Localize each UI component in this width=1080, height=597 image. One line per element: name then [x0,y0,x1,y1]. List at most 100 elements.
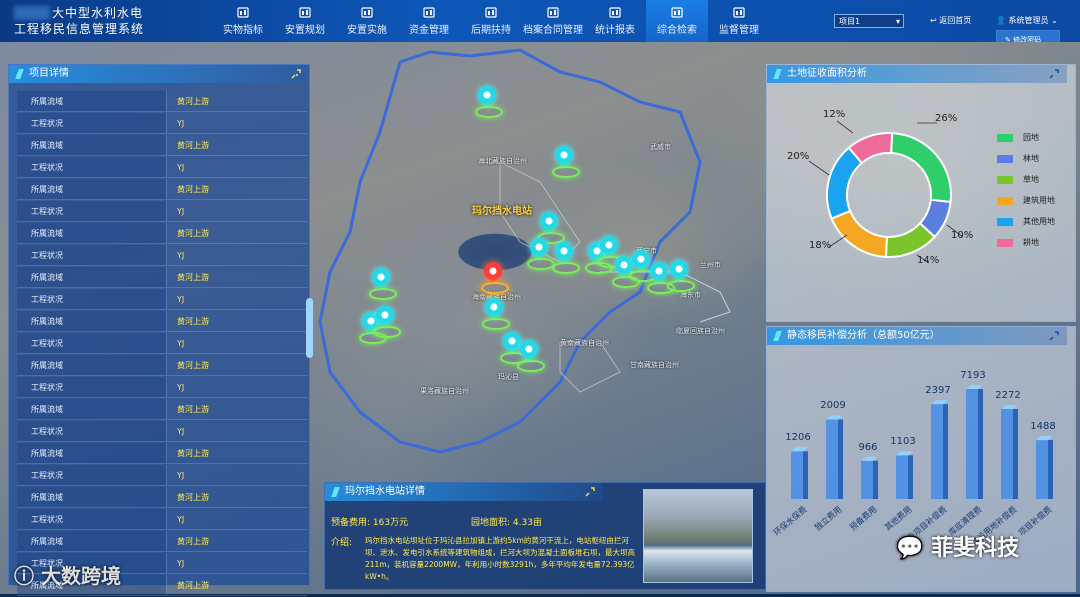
nav-item-4[interactable]: 后期扶持 [460,0,522,42]
area-field: 园地面积: 4.33亩 [471,515,542,528]
app-title-line2: 工程移民信息管理系统 [14,22,145,36]
user-menu[interactable]: 👤 系统管理员 ⌄ [996,15,1058,26]
highlighted-station-pin[interactable] [480,258,509,294]
nav-item-0[interactable]: 实物指标 [212,0,274,42]
row-value: YJ [166,245,307,266]
table-row[interactable]: 所属流域 黄河上游 [17,135,307,157]
station-pin[interactable] [536,208,565,244]
bar[interactable] [826,419,838,499]
table-row[interactable]: 所属流域 黄河上游 [17,311,307,333]
stats-icon [609,6,621,18]
table-row[interactable]: 所属流域 黄河上游 [17,267,307,289]
nav-item-3[interactable]: 资金管理 [398,0,460,42]
station-pin[interactable] [628,246,657,282]
nav-label: 后期扶持 [471,24,511,36]
table-row[interactable]: 工程状况 YJ [17,245,307,267]
table-row[interactable]: 工程状况 YJ [17,113,307,135]
table-row[interactable]: 工程状况 YJ [17,509,307,531]
row-value: YJ [166,113,307,134]
station-pin[interactable] [368,264,397,300]
watermark-right: 💬 菲斐科技 [896,530,1019,562]
row-value: YJ [166,421,307,442]
bar-side [1013,409,1018,499]
table-row[interactable]: 工程状况 YJ [17,333,307,355]
table-row[interactable]: 所属流域 黄河上游 [17,179,307,201]
station-pin[interactable] [526,234,555,270]
nav-item-6[interactable]: 统计报表 [584,0,646,42]
watermark-left-text: 大数跨境 [40,564,121,588]
legend-swatch [997,238,1013,247]
table-row[interactable]: 工程状况 YJ [17,377,307,399]
station-pin[interactable] [666,256,695,292]
row-key: 工程状况 [17,113,166,134]
row-value: 黄河上游 [166,179,307,200]
station-pin[interactable] [611,252,640,288]
row-value: 黄河上游 [166,443,307,464]
station-pin[interactable] [474,82,503,118]
table-row[interactable]: 工程状况 YJ [17,465,307,487]
row-key: 所属流域 [17,179,166,200]
table-row[interactable]: 工程状况 YJ [17,421,307,443]
back-home-link[interactable]: ↩ 返回首页 [930,15,971,26]
station-pin[interactable] [551,238,580,274]
bar[interactable] [896,455,908,499]
table-row[interactable]: 所属流域 黄河上游 [17,487,307,509]
table-row[interactable]: 所属流域 黄河上游 [17,531,307,553]
table-row[interactable]: 所属流域 黄河上游 [17,399,307,421]
table-row[interactable]: 所属流域 黄河上游 [17,91,307,113]
nav-item-2[interactable]: 安置实施 [336,0,398,42]
donut-slice[interactable] [890,132,952,204]
bar[interactable] [966,389,978,499]
map-label: 果洛藏族自治州 [420,387,469,395]
bar-value-label: 1206 [785,432,811,444]
expand-icon[interactable] [585,487,595,497]
table-row[interactable]: 工程状况 YJ [17,157,307,179]
map-label: 兰州市 [700,261,721,269]
table-row[interactable]: 工程状况 YJ [17,289,307,311]
station-pin[interactable] [516,336,545,372]
bar[interactable] [861,460,873,499]
bar-top [791,447,808,452]
table-row[interactable]: 所属流域 黄河上游 [17,443,307,465]
chevron-down-icon: ▾ [895,17,900,26]
table-row[interactable]: 所属流域 黄河上游 [17,223,307,245]
nav-item-1[interactable]: 安置规划 [274,0,336,42]
project-select[interactable]: 项目1 ▾ [834,14,904,28]
station-pin[interactable] [372,302,401,338]
legend-swatch [997,217,1013,226]
row-value: YJ [166,289,307,310]
row-value: YJ [166,509,307,530]
station-pin[interactable] [646,258,675,294]
table-row[interactable]: 所属流域 黄河上游 [17,355,307,377]
legend-item: 其他用地 [997,211,1055,232]
nav-item-5[interactable]: 档案合同管理 [522,0,584,42]
station-pin[interactable] [499,328,528,364]
nav-item-7[interactable]: 综合检索 [646,0,708,44]
station-pin[interactable] [481,294,510,330]
donut-slice[interactable] [830,209,888,258]
row-key: 所属流域 [17,223,166,244]
legend-label: 林地 [1023,154,1039,163]
bar[interactable] [931,404,943,499]
legend-label: 耕地 [1023,238,1039,247]
row-key: 所属流域 [17,399,166,420]
table-row[interactable]: 工程状况 YJ [17,201,307,223]
bar[interactable] [791,451,803,499]
row-key: 工程状况 [17,421,166,442]
legend-swatch [997,133,1013,142]
row-value: YJ [166,157,307,178]
map-label: 海北藏族自治州 [478,157,527,165]
scrollbar-thumb[interactable] [306,298,313,358]
station-pin[interactable] [551,142,580,178]
expand-icon[interactable] [291,69,301,79]
row-key: 工程状况 [17,157,166,178]
bar[interactable] [1036,440,1048,499]
main-nav: 实物指标 安置规划 安置实施 资金管理 后期扶持 档案合同管理 统计报表 综合检索 监督管理 [212,0,770,44]
legend-item: 草地 [997,169,1055,190]
bar[interactable] [1001,409,1013,499]
chevron-down-icon: ⌄ [1051,16,1058,25]
nav-item-8[interactable]: 监督管理 [708,0,770,42]
nav-label: 统计报表 [595,24,635,36]
app-title: 大中型水利水电 工程移民信息管理系统 [14,5,144,37]
row-value: 黄河上游 [166,223,307,244]
